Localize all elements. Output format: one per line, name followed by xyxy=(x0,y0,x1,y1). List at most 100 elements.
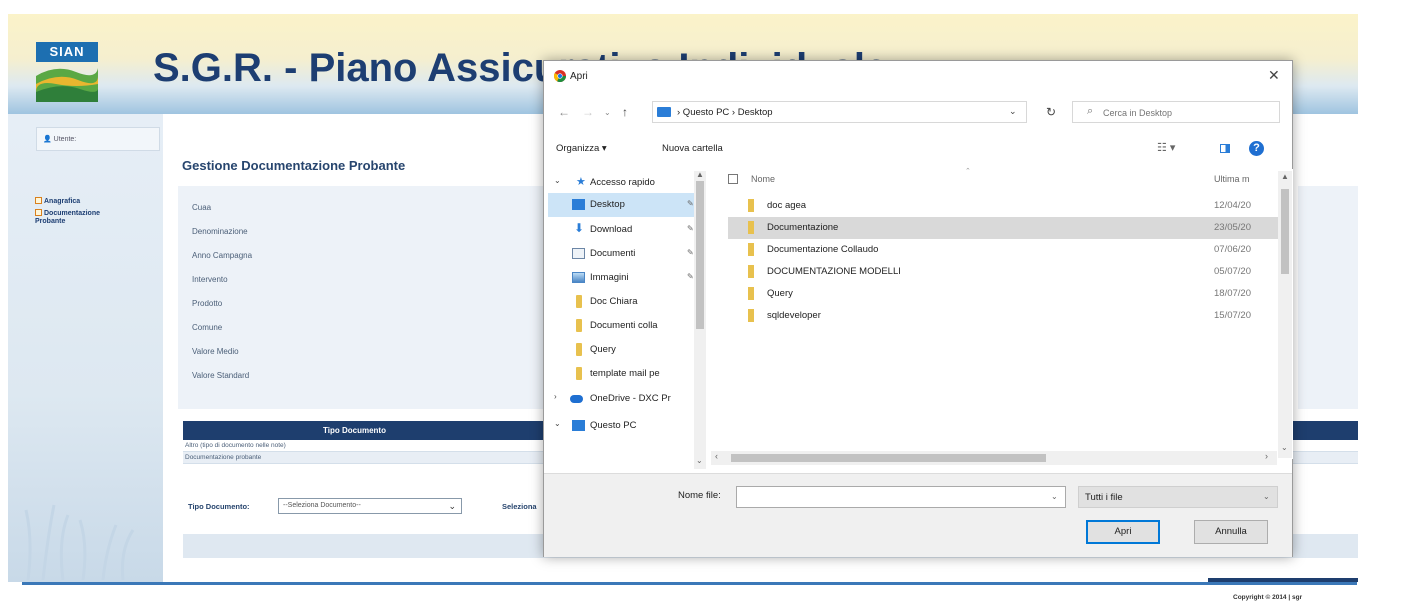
user-icon: 👤 xyxy=(43,136,52,143)
cancel-button[interactable]: Annulla xyxy=(1194,520,1268,544)
nav-label: Documenti xyxy=(590,248,636,259)
footer-accent xyxy=(1208,578,1358,582)
chevron-down-icon[interactable]: ⌄ xyxy=(1051,492,1058,501)
nav-quick-access[interactable]: ⌄ ★ Accesso rapido xyxy=(548,171,706,195)
nav-label: Doc Chiara xyxy=(590,296,638,307)
file-list-vertical-scrollbar[interactable]: ▲ ⌄ xyxy=(1278,171,1292,458)
organize-button[interactable]: Organizza ▾ xyxy=(556,143,607,154)
chevron-down-icon[interactable]: ⌄ xyxy=(1009,106,1017,117)
back-arrow-icon[interactable]: ← xyxy=(558,105,570,119)
folder-icon xyxy=(576,343,582,356)
nav-item-documenti[interactable]: Documenti ✎ xyxy=(548,242,706,266)
file-row[interactable]: Documentazione Collaudo 07/06/20 xyxy=(728,239,1281,261)
file-name: sqldeveloper xyxy=(767,310,821,321)
label-intervento: Intervento xyxy=(192,275,228,284)
cloud-icon xyxy=(570,395,583,403)
address-bar[interactable]: › Questo PC › Desktop ⌄ xyxy=(652,101,1027,123)
new-folder-button[interactable]: Nuova cartella xyxy=(662,143,723,154)
help-icon[interactable]: ? xyxy=(1249,141,1264,156)
close-icon[interactable]: ✕ xyxy=(1268,67,1280,84)
recent-locations-chevron-icon[interactable]: ⌄ xyxy=(604,108,611,117)
navigation-scrollbar[interactable]: ▲ ⌄ xyxy=(694,170,706,469)
search-box[interactable]: ⌕ xyxy=(1072,101,1280,123)
file-type-select[interactable]: Tutti i file ⌄ xyxy=(1078,486,1278,508)
scroll-down-icon[interactable]: ⌄ xyxy=(696,456,703,465)
file-date: 18/07/20 xyxy=(1214,288,1251,299)
download-icon: ⬇ xyxy=(574,221,585,235)
nav-item-onedrive[interactable]: › OneDrive - DXC Pr xyxy=(548,387,706,411)
preview-pane-icon[interactable] xyxy=(1220,144,1230,153)
grass-decoration xyxy=(24,504,135,580)
form-panel-right xyxy=(1298,186,1358,409)
column-tipo-documento: Tipo Documento xyxy=(323,426,386,435)
nav-label: Query xyxy=(590,344,616,355)
file-date: 15/07/20 xyxy=(1214,310,1251,321)
document-type-value: --Seleziona Documento-- xyxy=(283,502,361,509)
column-header: Nome ⌃ Ultima m xyxy=(711,168,1281,189)
scroll-up-icon[interactable]: ▲ xyxy=(696,170,704,179)
navigation-pane: ⌄ ★ Accesso rapido Desktop ✎ ⬇ Download … xyxy=(548,171,706,471)
file-list-horizontal-scrollbar[interactable]: ‹ › xyxy=(711,451,1277,465)
forward-arrow-icon[interactable]: → xyxy=(582,105,594,119)
file-row[interactable]: Documentazione 23/05/20 xyxy=(728,217,1281,239)
pin-icon: ✎ xyxy=(687,224,694,233)
column-name[interactable]: Nome xyxy=(751,174,775,184)
desktop-icon xyxy=(572,199,585,210)
scrollbar-thumb[interactable] xyxy=(1281,189,1289,274)
nav-item-query[interactable]: Query xyxy=(548,338,706,362)
scroll-down-icon[interactable]: ⌄ xyxy=(1281,443,1288,452)
documents-icon xyxy=(572,248,585,259)
logo-text: SIAN xyxy=(36,42,98,62)
nav-item-documenti-colla[interactable]: Documenti colla xyxy=(548,314,706,338)
scrollbar-thumb[interactable] xyxy=(731,454,1046,462)
file-date: 23/05/20 xyxy=(1214,222,1251,233)
folder-icon xyxy=(576,367,582,380)
nav-item-questo-pc[interactable]: ⌄ Questo PC xyxy=(548,414,706,438)
sidebar-item-documentazione[interactable]: Documentazione Probante xyxy=(35,209,125,226)
open-file-dialog: Apri ✕ ← → ⌄ ↑ › Questo PC › Desktop ⌄ ↻… xyxy=(543,60,1293,557)
chevron-down-icon: ⌄ xyxy=(1263,492,1270,501)
search-input[interactable] xyxy=(1103,105,1273,121)
chevron-down-icon: ⌄ xyxy=(554,176,561,185)
file-name: doc agea xyxy=(767,200,807,211)
file-row[interactable]: DOCUMENTAZIONE MODELLI 05/07/20 xyxy=(728,261,1281,283)
scrollbar-thumb[interactable] xyxy=(696,181,704,329)
footer-divider xyxy=(22,582,1357,585)
nav-label: Accesso rapido xyxy=(590,177,655,188)
folder-icon xyxy=(748,243,754,256)
scroll-up-icon[interactable]: ▲ xyxy=(1281,172,1289,181)
copyright: Copyright © 2014 | sgr xyxy=(1233,594,1303,601)
column-date[interactable]: Ultima m xyxy=(1214,174,1250,184)
select-all-checkbox[interactable] xyxy=(728,174,738,184)
sidebar-item-label: Documentazione Probante xyxy=(35,210,101,225)
form-panel: Cuaa Denominazione Anno Campagna Interve… xyxy=(178,186,558,409)
nav-label: OneDrive - DXC Pr xyxy=(590,393,671,404)
file-row[interactable]: sqldeveloper 15/07/20 xyxy=(728,305,1281,327)
nav-item-doc-chiara[interactable]: Doc Chiara xyxy=(548,290,706,314)
sidebar-item-anagrafica[interactable]: Anagrafica xyxy=(35,197,80,205)
open-button[interactable]: Apri xyxy=(1086,520,1160,544)
nav-item-download[interactable]: ⬇ Download ✎ xyxy=(548,218,706,242)
nav-label: template mail pe xyxy=(590,368,660,379)
pin-icon: ✎ xyxy=(687,248,694,257)
file-date: 07/06/20 xyxy=(1214,244,1251,255)
chrome-icon xyxy=(554,70,566,82)
dialog-bottom-bar: Nome file: ⌄ Tutti i file ⌄ Apri Annulla xyxy=(544,473,1292,557)
nav-item-desktop[interactable]: Desktop ✎ xyxy=(548,193,706,217)
document-type-select[interactable]: --Seleziona Documento-- ⌄ xyxy=(278,498,462,514)
filename-input[interactable]: ⌄ xyxy=(736,486,1066,508)
nav-item-immagini[interactable]: Immagini ✎ xyxy=(548,266,706,290)
file-row[interactable]: Query 18/07/20 xyxy=(728,283,1281,305)
scroll-right-icon[interactable]: › xyxy=(1265,451,1268,461)
nav-item-template-mail[interactable]: template mail pe xyxy=(548,362,706,386)
scroll-left-icon[interactable]: ‹ xyxy=(715,451,718,461)
refresh-icon[interactable]: ↻ xyxy=(1038,101,1064,123)
label-comune: Comune xyxy=(192,323,223,332)
star-icon: ★ xyxy=(576,176,586,188)
view-options-icon[interactable]: ☷ ▾ xyxy=(1157,141,1175,154)
computer-icon xyxy=(657,107,671,117)
file-name: Documentazione Collaudo xyxy=(767,244,879,255)
up-arrow-icon[interactable]: ↑ xyxy=(622,105,628,119)
file-row[interactable]: doc agea 12/04/20 xyxy=(728,195,1281,217)
sort-chevron-icon: ⌃ xyxy=(965,168,971,175)
